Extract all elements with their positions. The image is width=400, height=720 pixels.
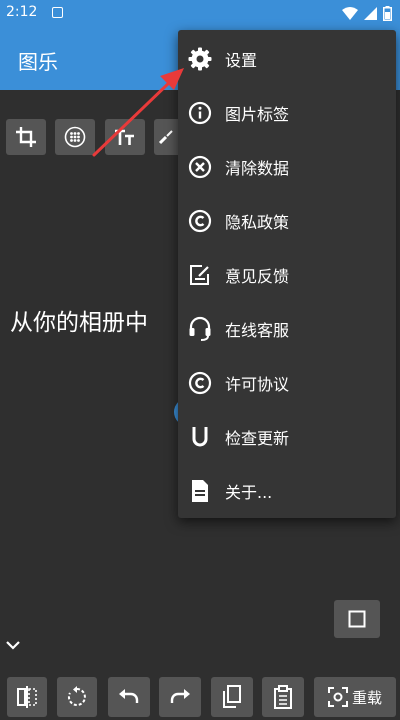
menu-item-about[interactable]: 关于... bbox=[178, 464, 396, 518]
signal-icon bbox=[364, 7, 377, 20]
overflow-menu: 设置 图片标签 清除数据 隐私政策 意见反馈 在线客服 许可协议 检查更新 关于… bbox=[178, 30, 396, 518]
update-u-icon bbox=[186, 423, 214, 451]
battery-icon bbox=[383, 6, 392, 21]
brush-button[interactable] bbox=[154, 119, 178, 155]
document-icon bbox=[186, 477, 214, 505]
menu-item-clear-data[interactable]: 清除数据 bbox=[178, 140, 396, 194]
menu-item-label: 关于... bbox=[225, 483, 273, 502]
chevron-down-icon[interactable] bbox=[4, 638, 22, 652]
brush-icon bbox=[158, 130, 173, 145]
copyright-icon bbox=[186, 369, 214, 397]
text-button[interactable] bbox=[105, 119, 145, 155]
undo-icon bbox=[119, 689, 139, 703]
copy-button[interactable] bbox=[211, 677, 253, 717]
status-bar: 2:12 bbox=[0, 0, 400, 26]
menu-item-label: 检查更新 bbox=[225, 429, 290, 448]
menu-item-license-agreement[interactable]: 许可协议 bbox=[178, 356, 396, 410]
clear-circle-icon bbox=[186, 153, 214, 181]
menu-item-label: 清除数据 bbox=[225, 159, 290, 178]
paste-button[interactable] bbox=[262, 677, 304, 717]
menu-item-label: 图片标签 bbox=[225, 105, 290, 124]
feedback-icon bbox=[186, 261, 214, 289]
reload-button[interactable]: 重载 bbox=[314, 677, 396, 717]
menu-item-label: 意见反馈 bbox=[225, 267, 290, 286]
menu-item-label: 隐私政策 bbox=[225, 213, 290, 232]
menu-item-check-update[interactable]: 检查更新 bbox=[178, 410, 396, 464]
gear-icon bbox=[186, 45, 214, 73]
reload-label: 重载 bbox=[351, 688, 382, 707]
menu-item-label: 设置 bbox=[225, 51, 258, 70]
text-size-icon bbox=[115, 129, 134, 145]
screenshot-icon bbox=[327, 687, 348, 707]
menu-item-privacy-policy[interactable]: 隐私政策 bbox=[178, 194, 396, 248]
wifi-icon bbox=[342, 7, 358, 20]
status-time: 2:12 bbox=[6, 4, 38, 20]
menu-item-settings[interactable]: 设置 bbox=[178, 32, 396, 86]
square-icon bbox=[348, 610, 366, 628]
menu-item-image-tags[interactable]: 图片标签 bbox=[178, 86, 396, 140]
fullscreen-button[interactable] bbox=[334, 600, 380, 638]
crop-button[interactable] bbox=[6, 119, 46, 155]
menu-item-online-support[interactable]: 在线客服 bbox=[178, 302, 396, 356]
crop-icon bbox=[16, 127, 36, 147]
undo-button[interactable] bbox=[108, 677, 150, 717]
welcome-text: 从你的相册中 bbox=[10, 310, 148, 336]
rotate-button[interactable] bbox=[57, 677, 97, 717]
menu-item-label: 许可协议 bbox=[225, 375, 290, 394]
headset-icon bbox=[186, 315, 214, 343]
mosaic-icon bbox=[64, 126, 86, 148]
status-icons bbox=[342, 6, 392, 21]
redo-button[interactable] bbox=[159, 677, 201, 717]
info-icon bbox=[186, 99, 214, 127]
redo-icon bbox=[170, 689, 190, 703]
rotate-icon bbox=[67, 686, 86, 706]
menu-item-feedback[interactable]: 意见反馈 bbox=[178, 248, 396, 302]
notification-icon bbox=[52, 7, 63, 18]
compare-icon bbox=[17, 686, 37, 708]
compare-button[interactable] bbox=[7, 677, 47, 717]
clipboard-icon bbox=[274, 685, 292, 709]
copy-icon bbox=[223, 685, 241, 708]
mosaic-button[interactable] bbox=[55, 119, 95, 155]
copyright-icon bbox=[186, 207, 214, 235]
menu-item-label: 在线客服 bbox=[225, 321, 290, 340]
app-title: 图乐 bbox=[18, 50, 58, 74]
